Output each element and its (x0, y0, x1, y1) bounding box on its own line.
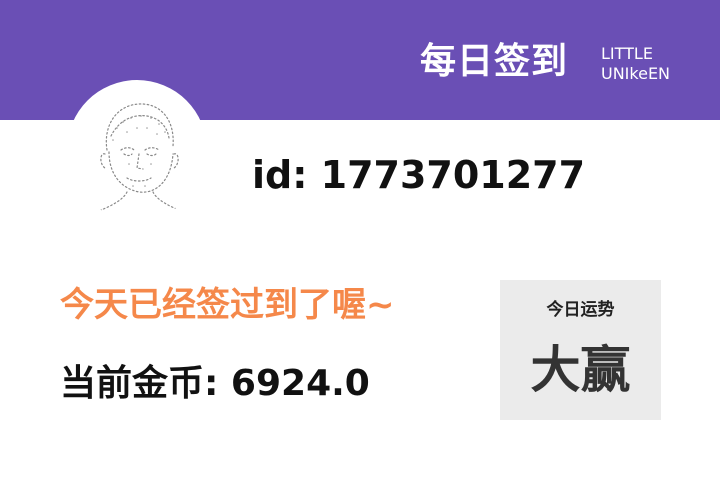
checkin-status-message: 今天已经签过到了喔~ (60, 285, 395, 325)
page-title: 每日签到 (420, 41, 569, 82)
user-id: id: 1773701277 (252, 153, 586, 197)
avatar (67, 80, 207, 220)
coin-balance: 当前金币: 6924.0 (60, 363, 370, 404)
brand-logo: LITTLE UNIkeEN (601, 44, 670, 84)
avatar-sketch-icon (100, 103, 180, 211)
fortune-value: 大赢 (530, 341, 631, 399)
fortune-label: 今日运势 (546, 300, 615, 320)
brand-line-1: LITTLE (601, 44, 653, 63)
checkin-card: 每日签到 LITTLE UNIkeEN id: 1773701277 今天已经签… (0, 0, 720, 480)
fortune-panel: 今日运势 大赢 (500, 280, 661, 420)
brand-line-2: UNIkeEN (601, 64, 671, 83)
